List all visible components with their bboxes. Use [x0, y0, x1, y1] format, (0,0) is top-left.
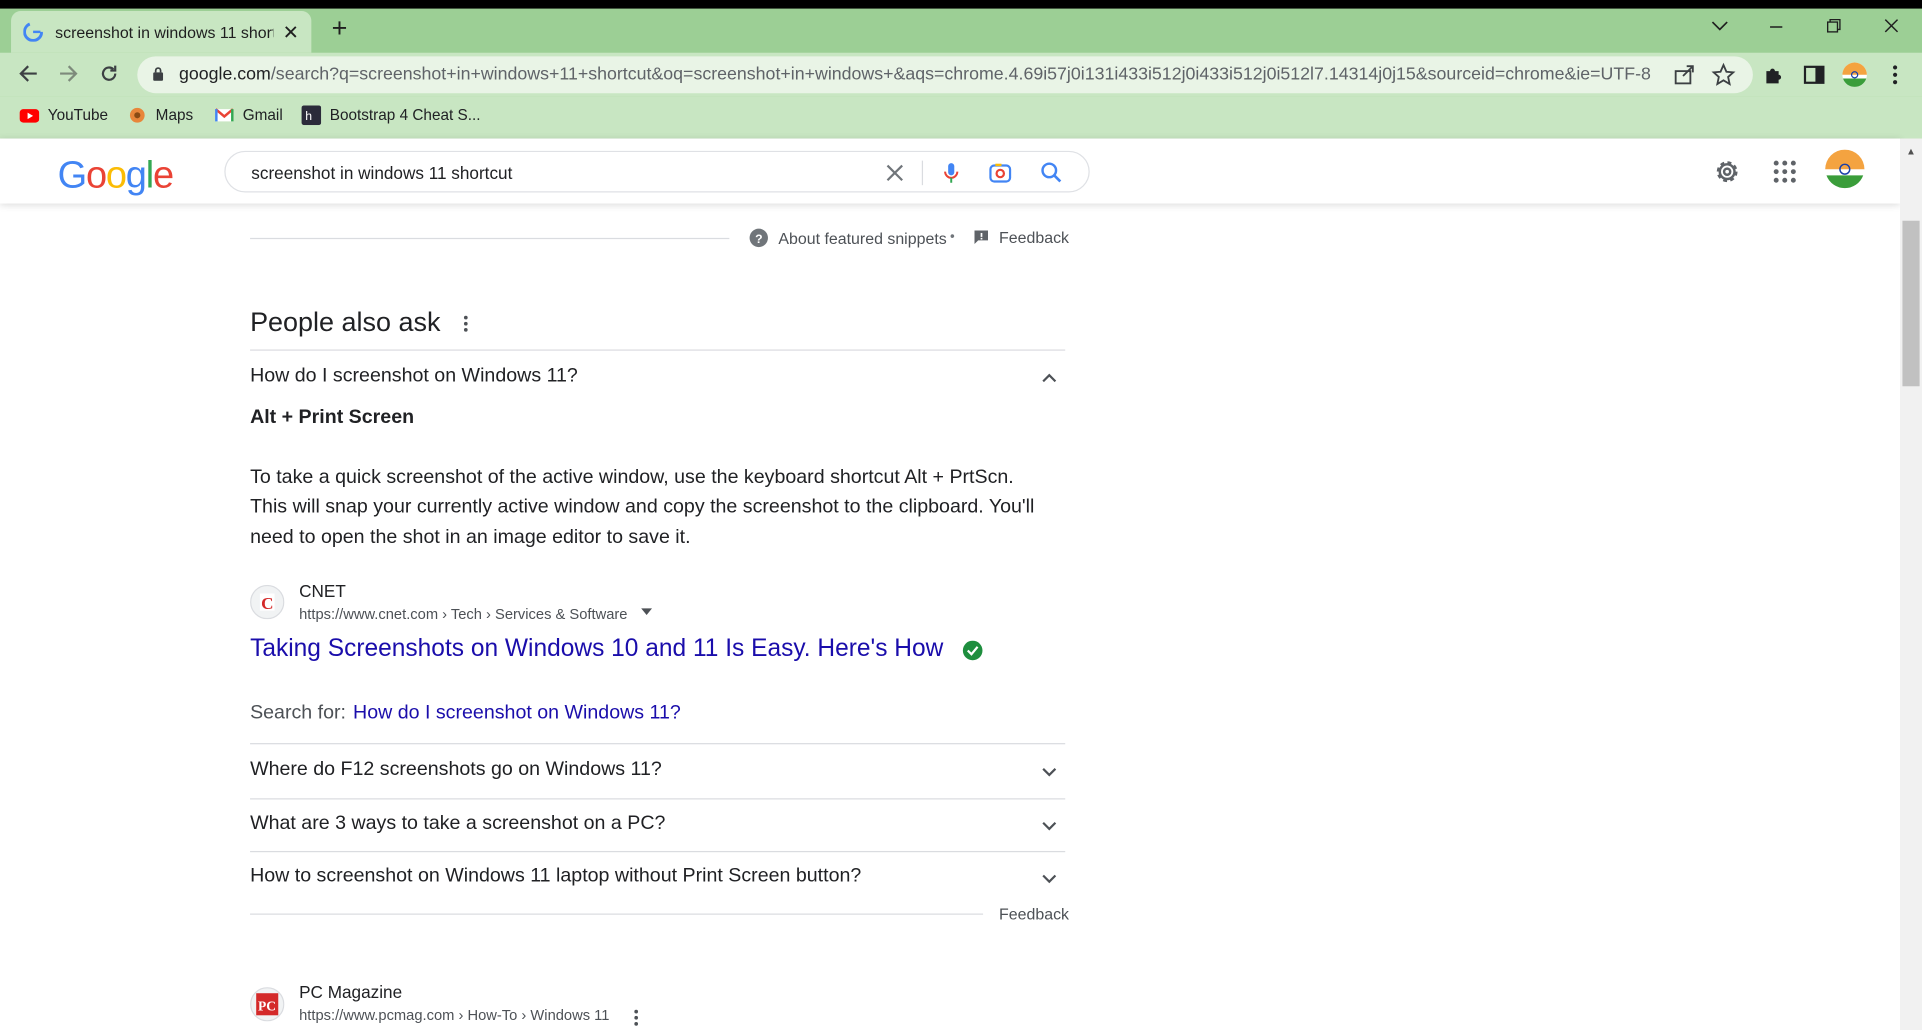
feedback-link[interactable]: Feedback [999, 228, 1069, 246]
feedback-icon[interactable] [973, 229, 989, 245]
paa-question[interactable]: What are 3 ways to take a screenshot on … [250, 813, 665, 835]
answer-text-line: This will snap your currently active win… [250, 496, 1035, 518]
url-path: /search?q=screenshot+in+windows+11+short… [270, 64, 1651, 85]
pcmag-favicon-icon: PC [250, 987, 285, 1022]
source-name: CNET [299, 581, 346, 601]
scrollbar-thumb[interactable] [1902, 220, 1920, 387]
divider [250, 349, 1066, 351]
back-icon[interactable] [16, 61, 41, 86]
divider [250, 913, 984, 915]
divider [250, 798, 1066, 800]
people-also-ask-heading: People also ask [250, 306, 441, 338]
forward-icon[interactable] [56, 61, 81, 86]
google-logo[interactable]: Google [58, 153, 174, 197]
maps-icon [129, 107, 145, 123]
chevron-up-icon[interactable] [1041, 369, 1058, 386]
paa-question[interactable]: Where do F12 screenshots go on Windows 1… [250, 759, 662, 781]
youtube-icon [19, 109, 40, 123]
divider [250, 850, 1066, 853]
result-options-icon[interactable] [630, 1008, 642, 1028]
answer-title: Alt + Print Screen [250, 407, 415, 428]
chevron-down-icon[interactable] [1041, 869, 1058, 886]
restore-icon[interactable] [1826, 17, 1841, 39]
side-panel-icon[interactable] [1802, 63, 1827, 88]
lens-search-icon[interactable] [988, 161, 1013, 186]
answer-text-line: To take a quick screenshot of the active… [250, 467, 1014, 489]
caret-down-icon[interactable] [641, 608, 653, 615]
new-tab-icon[interactable]: + [326, 12, 353, 43]
bookmark-youtube[interactable]: YouTube [19, 105, 109, 125]
search-divider [921, 160, 924, 186]
share-icon[interactable] [1672, 63, 1697, 88]
google-favicon-icon [23, 22, 43, 42]
account-avatar-icon[interactable] [1824, 149, 1866, 192]
bookmarks-bar [0, 96, 1922, 139]
page-scrollbar[interactable]: ▲ [1899, 138, 1922, 1030]
bookmark-maps[interactable]: Maps [127, 105, 193, 125]
next-source-url: https://www.pcmag.com › How-To › Windows… [299, 1006, 610, 1024]
svg-text:?: ? [755, 232, 762, 246]
more-options-icon[interactable] [458, 314, 473, 334]
bookmark-label: Bootstrap 4 Cheat S... [329, 106, 481, 124]
minimize-icon[interactable] [1769, 17, 1784, 39]
help-icon[interactable]: ? [749, 228, 769, 248]
next-source-name: PC Magazine [299, 982, 403, 1002]
separator-dot: • [949, 229, 955, 245]
address-bar[interactable]: google.com/search?q=screenshot+in+window… [137, 56, 1753, 94]
settings-gear-icon[interactable] [1712, 157, 1741, 186]
answer-text-line: need to open the shot in an image editor… [250, 527, 691, 549]
tab-title: screenshot in windows 11 shortcut [55, 22, 274, 42]
reload-icon[interactable] [97, 61, 122, 86]
bookmark-label: Maps [155, 106, 194, 124]
search-icon[interactable] [1039, 161, 1064, 186]
paa-feedback-link[interactable]: Feedback [999, 905, 1069, 923]
close-window-icon[interactable] [1884, 17, 1899, 39]
bookmark-label: YouTube [47, 106, 109, 124]
google-apps-icon[interactable] [1770, 157, 1799, 186]
close-tab-icon[interactable]: ✕ [283, 21, 299, 46]
extensions-icon[interactable] [1761, 63, 1786, 88]
about-featured-snippets-link[interactable]: About featured snippets [778, 229, 946, 247]
paa-question-expanded[interactable]: How do I screenshot on Windows 11? [250, 365, 578, 387]
search-input[interactable]: screenshot in windows 11 shortcut [251, 163, 512, 183]
clear-search-icon[interactable] [883, 161, 908, 186]
divider [250, 237, 730, 240]
lock-icon[interactable] [152, 66, 164, 81]
bookmark-label: Gmail [242, 106, 283, 124]
paa-question[interactable]: How to screenshot on Windows 11 laptop w… [250, 866, 861, 888]
divider [250, 743, 1066, 745]
bookmark-bootstrap[interactable]: h Bootstrap 4 Cheat S... [301, 105, 481, 126]
chevron-down-icon[interactable] [1041, 763, 1058, 780]
cnet-favicon-icon: C [250, 584, 285, 620]
voice-search-icon[interactable] [939, 161, 964, 186]
gmail-icon [214, 108, 234, 122]
bootstrap-cheatsheet-icon: h [301, 105, 322, 126]
url-host: google.com [178, 64, 271, 85]
svg-text:h: h [305, 109, 312, 123]
page-content [0, 138, 1922, 1030]
window-top-edge [0, 0, 1922, 9]
bookmark-star-icon[interactable] [1711, 62, 1736, 88]
scroll-up-icon[interactable]: ▲ [1906, 146, 1916, 157]
search-for-label: Search for: [250, 702, 347, 724]
profile-avatar-icon[interactable] [1841, 61, 1868, 88]
svg-text:PC: PC [258, 998, 276, 1013]
verified-check-icon [962, 640, 983, 661]
bookmark-gmail[interactable]: Gmail [214, 105, 283, 125]
result-title-link[interactable]: Taking Screenshots on Windows 10 and 11 … [250, 635, 943, 663]
chevron-down-icon[interactable] [1041, 817, 1058, 834]
tab-search-icon[interactable] [1711, 16, 1728, 38]
search-for-link[interactable]: How do I screenshot on Windows 11? [353, 703, 681, 725]
svg-text:C: C [261, 594, 273, 613]
menu-kebab-icon[interactable] [1883, 63, 1908, 88]
url-text: google.com/search?q=screenshot+in+window… [179, 65, 1651, 85]
source-url: https://www.cnet.com › Tech › Services &… [299, 605, 628, 623]
browser-tab[interactable]: screenshot in windows 11 shortcut ✕ [11, 11, 312, 53]
